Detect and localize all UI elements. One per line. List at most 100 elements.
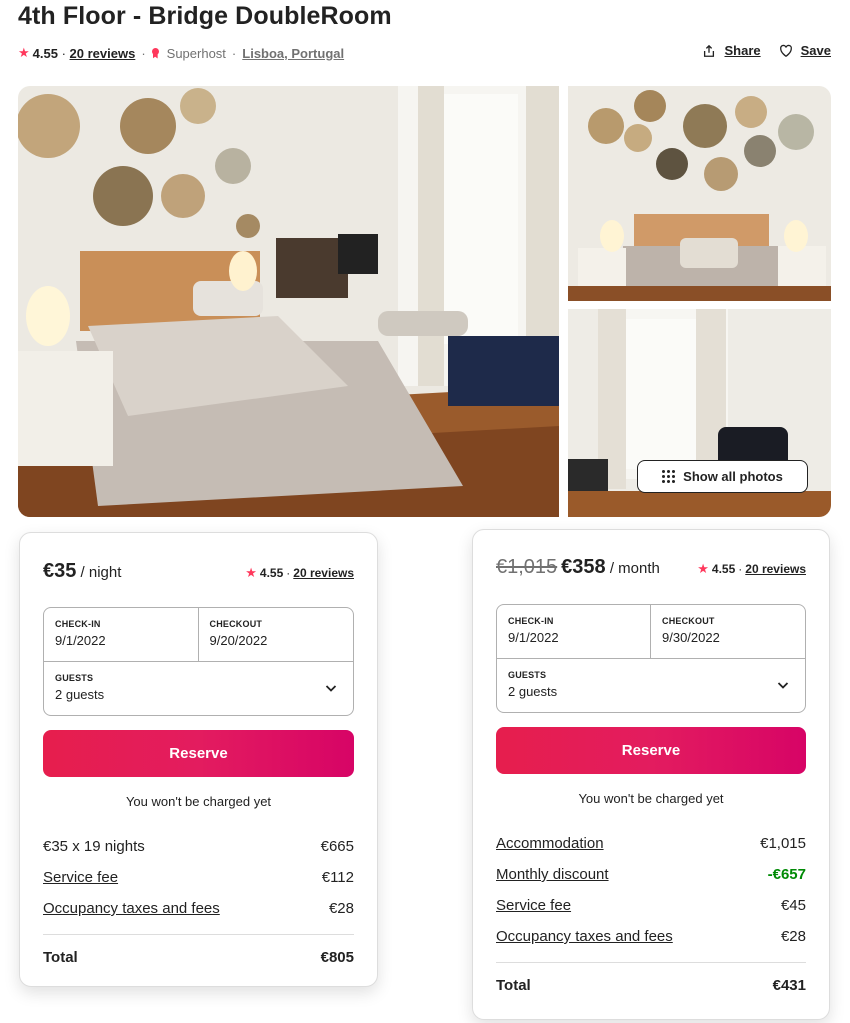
original-price: €1,015 (496, 556, 558, 578)
service-fee-amount: €45 (780, 897, 806, 914)
page-title: 4th Floor - Bridge DoubleRoom (18, 2, 392, 30)
show-all-photos-label: Show all photos (683, 469, 783, 484)
card-rating: ★ 4.55 · 20 reviews (245, 565, 354, 581)
total-label: Total (43, 949, 78, 966)
service-fee-link[interactable]: Service fee (43, 869, 118, 886)
total-amount: €805 (320, 949, 354, 966)
nights-calc-label: €35 x 19 nights (43, 838, 145, 855)
breakdown-row: €35 x 19 nights €665 (43, 831, 354, 862)
star-icon: ★ (245, 565, 257, 580)
total-row: Total €431 (496, 977, 806, 994)
reviews-link[interactable]: 20 reviews (70, 46, 136, 61)
meta-dot: · (141, 45, 146, 61)
chevron-down-icon[interactable] (777, 679, 789, 691)
chevron-down-icon[interactable] (325, 682, 337, 694)
checkin-value: 9/1/2022 (55, 633, 106, 648)
listing-actions: Share Save (702, 43, 831, 58)
no-charge-note: You won't be charged yet (578, 791, 724, 806)
checkout-value: 9/20/2022 (209, 633, 268, 648)
breakdown-row: Service fee €112 (43, 862, 354, 893)
checkin-label: CHECK-IN (508, 616, 554, 626)
guests-label: GUESTS (55, 673, 94, 683)
guests-field[interactable]: GUESTS 2 guests (497, 659, 805, 714)
total-row: Total €805 (43, 949, 354, 966)
breakdown-row: Service fee €45 (496, 890, 806, 921)
share-label: Share (724, 43, 761, 58)
total-amount: €431 (772, 977, 806, 994)
price-unit: / month (605, 560, 660, 577)
accommodation-amount: €1,015 (760, 835, 806, 852)
monthly-price: €358 (561, 556, 606, 578)
superhost-label: Superhost (166, 45, 226, 61)
checkin-field[interactable]: CHECK-IN 9/1/2022 (497, 605, 651, 659)
price-unit: / night (76, 564, 122, 581)
checkin-field[interactable]: CHECK-IN 9/1/2022 (44, 608, 199, 662)
bedroom-photo-top[interactable] (568, 86, 831, 301)
photo-gallery (18, 86, 831, 517)
breakdown-row: Accommodation €1,015 (496, 828, 806, 859)
card-rating-value: 4.55 (711, 562, 736, 576)
listing-rating: 4.55 (32, 45, 58, 61)
nightly-price: €35 (43, 560, 77, 582)
taxes-amount: €28 (328, 900, 354, 917)
booking-picker: CHECK-IN 9/1/2022 CHECKOUT 9/30/2022 GUE… (496, 604, 806, 713)
price-row: €1,015 €358 / month ★ 4.55 · 20 reviews (496, 556, 806, 579)
card-rating: ★ 4.55 · 20 reviews (697, 561, 806, 577)
rating-separator: · (286, 566, 291, 580)
rating-separator: · (738, 562, 743, 576)
share-icon (704, 44, 715, 57)
card-reviews-link[interactable]: 20 reviews (745, 562, 806, 576)
checkin-label: CHECK-IN (55, 619, 101, 629)
guests-field[interactable]: GUESTS 2 guests (44, 662, 353, 717)
price-row: €35 / night ★ 4.55 · 20 reviews (43, 560, 354, 583)
service-fee-link[interactable]: Service fee (496, 897, 571, 914)
meta-dot: · (231, 45, 237, 61)
breakdown-row: Monthly discount -€657 (496, 859, 806, 890)
card-reviews-link[interactable]: 20 reviews (293, 566, 354, 580)
save-button[interactable]: Save (779, 43, 831, 58)
superhost-icon (151, 47, 159, 59)
share-button[interactable]: Share (702, 43, 761, 58)
grid-dots-icon (662, 470, 676, 483)
divider (43, 934, 354, 935)
breakdown-row: Occupancy taxes and fees €28 (43, 893, 354, 924)
star-icon: ★ (18, 45, 30, 60)
taxes-link[interactable]: Occupancy taxes and fees (43, 900, 220, 917)
price-breakdown: Accommodation €1,015 Monthly discount -€… (496, 828, 806, 994)
monthly-booking-card: €1,015 €358 / month ★ 4.55 · 20 reviews C… (472, 529, 830, 1020)
location-link[interactable]: Lisboa, Portugal (242, 46, 344, 61)
star-icon: ★ (697, 561, 709, 576)
no-charge-note: You won't be charged yet (125, 794, 272, 809)
listing-meta: ★ 4.55 · 20 reviews · Superhost · Lisboa… (18, 44, 344, 62)
rating-separator: · (57, 45, 70, 61)
reserve-button[interactable]: Reserve (43, 730, 354, 777)
nightly-booking-card: €35 / night ★ 4.55 · 20 reviews CHECK-IN… (19, 532, 378, 987)
service-fee-amount: €112 (321, 869, 354, 886)
accommodation-link[interactable]: Accommodation (496, 835, 604, 852)
save-label: Save (800, 43, 831, 58)
guests-value: 2 guests (508, 684, 558, 699)
monthly-discount-amount: -€657 (767, 866, 806, 883)
card-rating-value: 4.55 (259, 566, 284, 580)
breakdown-row: Occupancy taxes and fees €28 (496, 921, 806, 952)
booking-picker: CHECK-IN 9/1/2022 CHECKOUT 9/20/2022 GUE… (43, 607, 354, 716)
checkout-label: CHECKOUT (662, 616, 715, 626)
checkout-field[interactable]: CHECKOUT 9/30/2022 (651, 605, 805, 659)
checkout-value: 9/30/2022 (662, 630, 720, 645)
divider (496, 962, 806, 963)
taxes-amount: €28 (780, 928, 806, 945)
total-label: Total (496, 977, 531, 994)
monthly-discount-link[interactable]: Monthly discount (496, 866, 609, 883)
checkout-field[interactable]: CHECKOUT 9/20/2022 (198, 608, 353, 662)
guests-value: 2 guests (55, 687, 105, 702)
heart-icon (779, 44, 792, 57)
main-photo[interactable] (18, 86, 559, 517)
guests-label: GUESTS (508, 670, 547, 680)
price-breakdown: €35 x 19 nights €665 Service fee €112 Oc… (43, 831, 354, 966)
nights-calc-amount: €665 (320, 838, 354, 855)
taxes-link[interactable]: Occupancy taxes and fees (496, 928, 673, 945)
reserve-button[interactable]: Reserve (496, 727, 806, 774)
show-all-photos-button[interactable]: Show all photos (637, 460, 808, 493)
checkin-value: 9/1/2022 (508, 630, 559, 645)
checkout-label: CHECKOUT (209, 619, 263, 629)
